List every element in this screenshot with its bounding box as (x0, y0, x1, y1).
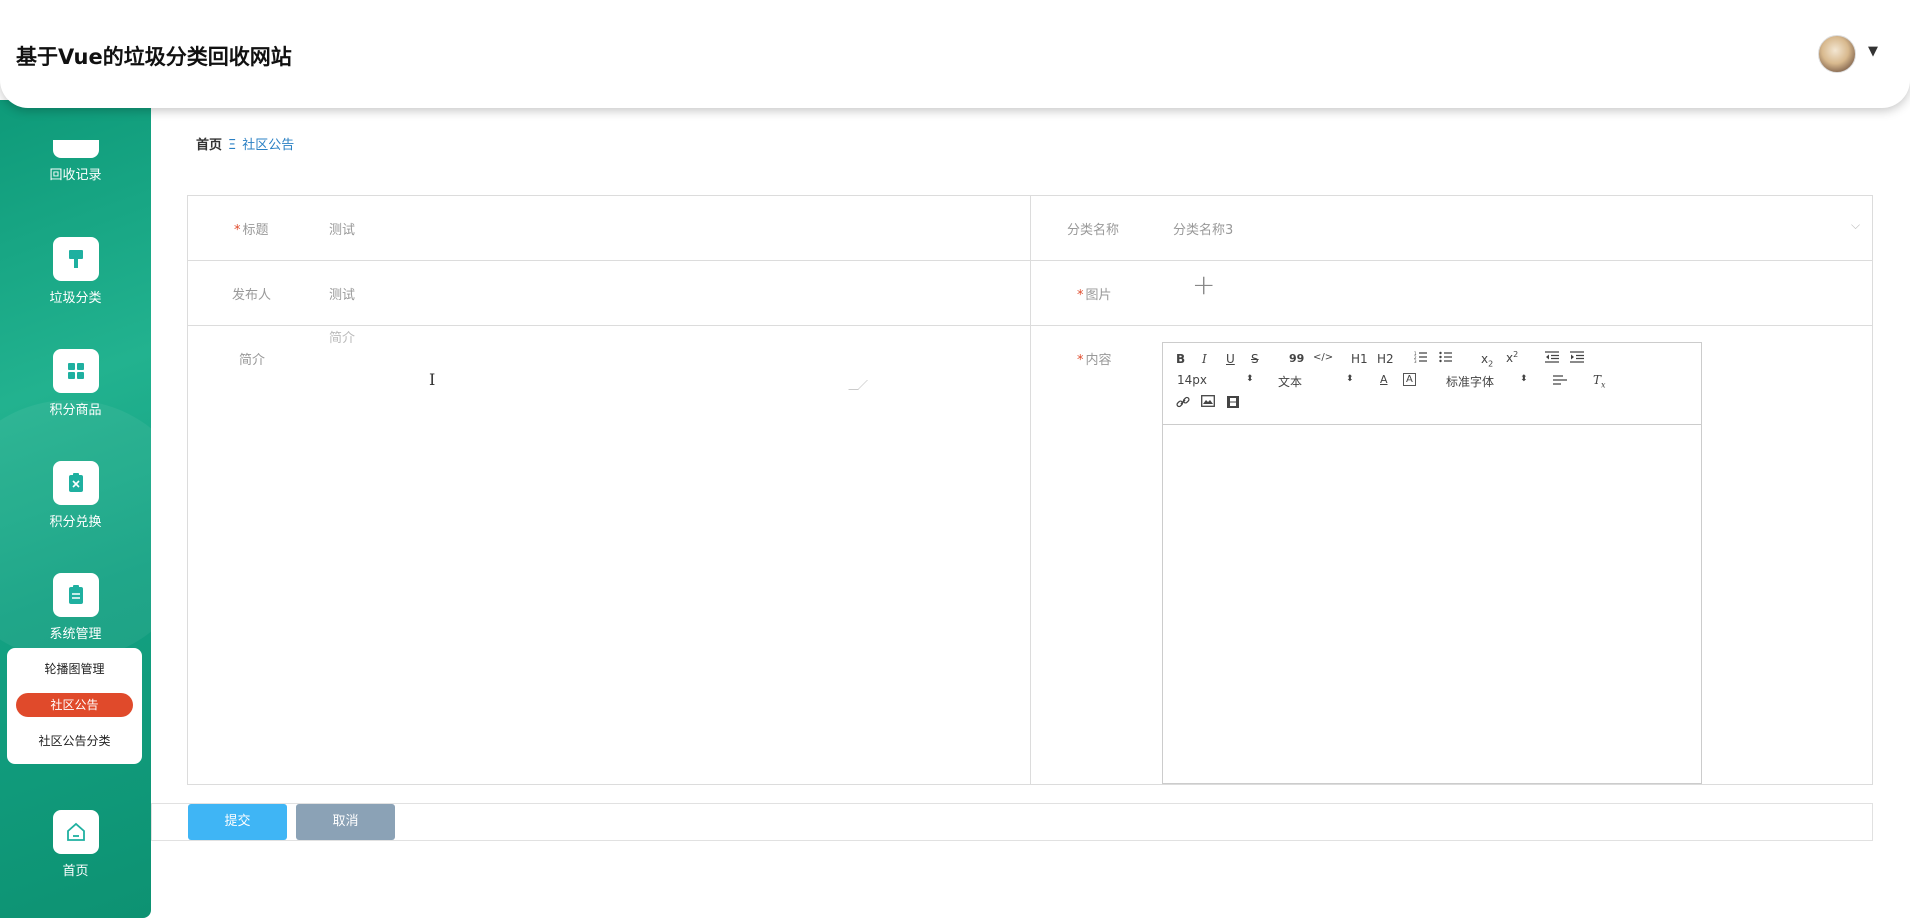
align-left-icon[interactable] (1553, 374, 1567, 389)
svg-text:3: 3 (1414, 359, 1417, 363)
sidebar-item-label: 首页 (62, 864, 89, 879)
header-arrows-icon: ⬍ (1346, 374, 1354, 384)
summary-label: 简介 (239, 353, 266, 368)
bullet-list-icon[interactable] (1439, 351, 1453, 366)
italic-button[interactable]: I (1202, 352, 1207, 366)
chevron-down-icon[interactable]: ▼ (1868, 44, 1878, 59)
link-icon[interactable] (1176, 395, 1190, 412)
font-size-select[interactable]: 14px (1177, 373, 1207, 387)
header-select[interactable]: 文本 (1278, 373, 1302, 390)
app-title: 基于Vue的垃圾分类回收网站 (16, 45, 292, 69)
publisher-label: 发布人 (232, 288, 272, 303)
sidebar-submenu: 轮播图管理 社区公告 社区公告分类 (7, 648, 142, 764)
publisher-row (188, 261, 1031, 326)
user-avatar[interactable] (1818, 35, 1856, 73)
sidebar-item-label: 垃圾分类 (49, 291, 102, 306)
breadcrumb-separator: Ξ (228, 138, 237, 153)
ordered-list-icon[interactable]: 123 (1414, 351, 1428, 366)
video-icon[interactable] (1226, 395, 1240, 412)
rich-text-editor: B I U S 99 </> H1 H2 123 x2 x2 14px ⬍ 文本… (1162, 342, 1702, 784)
submenu-item-notice-category[interactable]: 社区公告分类 (7, 729, 142, 753)
outdent-icon[interactable] (1545, 351, 1559, 366)
font-family-select[interactable]: 标准字体 (1446, 373, 1494, 390)
breadcrumb: 首页 Ξ 社区公告 (196, 134, 294, 153)
clear-format-icon[interactable]: Tx (1593, 373, 1606, 389)
sidebar-item-garbage-category[interactable]: 垃圾分类 (0, 237, 151, 306)
sidebar: 回收记录 垃圾分类 积分商品 积分兑换 系统管理 首页 (0, 100, 151, 918)
sidebar-item-points-exchange[interactable]: 积分兑换 (0, 461, 151, 530)
breadcrumb-home[interactable]: 首页 (196, 138, 222, 153)
sidebar-item-recycle-records[interactable]: 回收记录 (0, 140, 151, 183)
image-label: * 图片 (1077, 288, 1112, 303)
exchange-icon (52, 461, 99, 505)
h1-button[interactable]: H1 (1351, 352, 1368, 366)
background-color-icon[interactable]: A (1403, 373, 1416, 386)
category-row (1031, 196, 1873, 261)
editor-toolbar: B I U S 99 </> H1 H2 123 x2 x2 14px ⬍ 文本… (1163, 343, 1701, 425)
font-size-arrows-icon: ⬍ (1246, 374, 1254, 384)
summary-row (188, 326, 1031, 785)
bold-button[interactable]: B (1176, 352, 1185, 366)
brush-icon (52, 237, 99, 281)
breadcrumb-current: 社区公告 (242, 138, 295, 153)
sidebar-item-home[interactable]: 首页 (0, 810, 151, 879)
submenu-item-community-notice[interactable]: 社区公告 (16, 693, 133, 717)
sidebar-item-label: 积分兑换 (49, 515, 102, 530)
category-select[interactable]: 分类名称3 (1173, 219, 1233, 238)
text-cursor-icon: I (429, 370, 436, 389)
clipboard-icon (52, 140, 99, 158)
sidebar-item-system-management[interactable]: 系统管理 (0, 573, 151, 642)
sidebar-item-label: 积分商品 (49, 403, 102, 418)
form-actions (151, 803, 1873, 841)
blockquote-button[interactable]: 99 (1289, 352, 1304, 365)
indent-icon[interactable] (1570, 351, 1584, 366)
upload-plus-icon[interactable]: + (1192, 268, 1215, 301)
title-input[interactable]: 测试 (329, 219, 355, 238)
sidebar-item-label: 系统管理 (49, 627, 102, 642)
content-label: * 内容 (1077, 353, 1112, 368)
top-header: 基于Vue的垃圾分类回收网站 ▼ (0, 0, 1910, 108)
text-color-icon[interactable]: A (1380, 373, 1388, 386)
submit-button[interactable]: 提交 (188, 804, 287, 840)
submenu-item-carousel[interactable]: 轮播图管理 (7, 657, 142, 681)
grid-icon (52, 349, 99, 393)
title-label: * 标题 (234, 223, 269, 238)
sidebar-item-label: 回收记录 (49, 168, 102, 183)
font-family-arrows-icon: ⬍ (1520, 374, 1528, 384)
image-icon[interactable] (1201, 395, 1215, 410)
summary-textarea[interactable]: 简介 (329, 327, 355, 346)
chevron-down-icon[interactable]: ⌵ (1851, 218, 1860, 233)
publisher-input[interactable]: 测试 (329, 284, 355, 303)
home-icon (52, 810, 99, 854)
category-label: 分类名称 (1067, 223, 1120, 238)
document-icon (52, 573, 99, 617)
h2-button[interactable]: H2 (1377, 352, 1394, 366)
image-row (1031, 261, 1873, 326)
superscript-button[interactable]: x2 (1506, 350, 1518, 365)
subscript-button[interactable]: x2 (1481, 352, 1493, 368)
strikethrough-button[interactable]: S (1251, 352, 1259, 366)
title-row (188, 196, 1031, 261)
cancel-button[interactable]: 取消 (296, 804, 395, 840)
code-button[interactable]: </> (1313, 352, 1333, 363)
sidebar-item-points-goods[interactable]: 积分商品 (0, 349, 151, 418)
underline-button[interactable]: U (1226, 352, 1235, 366)
